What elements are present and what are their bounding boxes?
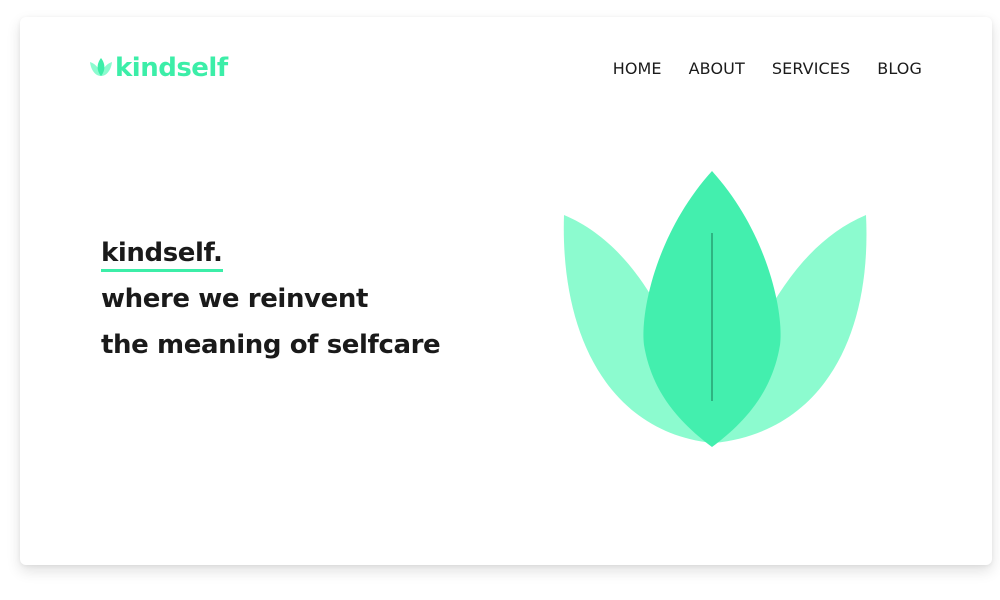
nav-blog[interactable]: BLOG xyxy=(877,59,922,79)
logo[interactable]: kindself xyxy=(89,53,228,83)
lotus-illustration xyxy=(560,167,872,452)
hero-brand-name: kindself. xyxy=(101,237,223,272)
hero-headline: kindself. where we reinvent the meaning … xyxy=(101,230,441,368)
hero-line-2: where we reinvent xyxy=(101,284,368,314)
hero-line-3: the meaning of selfcare xyxy=(101,330,441,360)
page-card: kindself HOME ABOUT SERVICES BLOG kindse… xyxy=(20,17,992,565)
nav-home[interactable]: HOME xyxy=(613,59,662,79)
lotus-icon xyxy=(89,57,113,79)
nav-services[interactable]: SERVICES xyxy=(772,59,850,79)
lotus-icon xyxy=(563,171,867,447)
logo-text: kindself xyxy=(115,53,228,83)
main-nav: HOME ABOUT SERVICES BLOG xyxy=(613,59,922,79)
nav-about[interactable]: ABOUT xyxy=(689,59,745,79)
